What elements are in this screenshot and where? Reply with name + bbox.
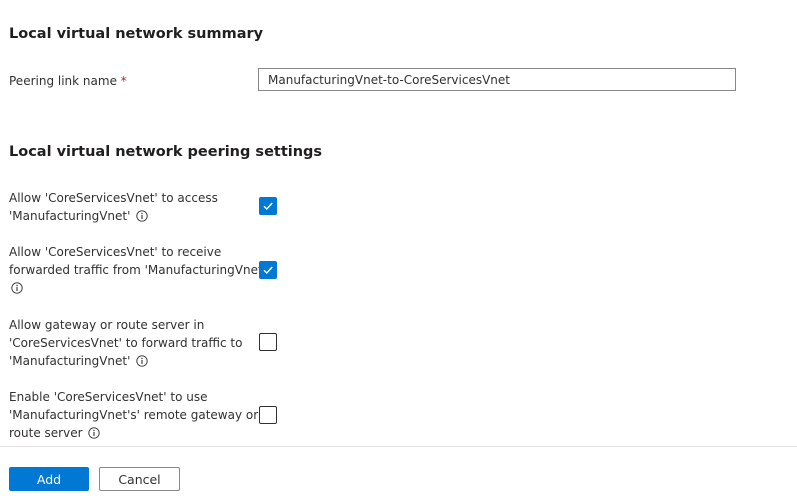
setting-gateway-transit-label: Allow gateway or route server in 'CoreSe… [9,316,267,370]
setting-forwarded-traffic-label: Allow 'CoreServicesVnet' to receive forw… [9,243,267,297]
info-icon[interactable] [136,355,148,367]
peering-link-name-label-text: Peering link name [9,74,117,88]
cancel-button[interactable]: Cancel [99,467,180,491]
required-indicator: * [120,74,127,88]
remote-gateway-checkbox[interactable] [259,406,277,424]
gateway-transit-checkbox[interactable] [259,333,277,351]
forwarded-traffic-checkbox[interactable] [259,261,277,279]
peering-link-name-label: Peering link name * [9,73,127,89]
settings-section-title: Local virtual network peering settings [9,144,323,160]
add-button[interactable]: Add [9,467,89,491]
info-icon[interactable] [11,282,23,294]
setting-forwarded-traffic-text: Allow 'CoreServicesVnet' to receive forw… [9,245,266,277]
setting-remote-gateway-text: Enable 'CoreServicesVnet' to use 'Manufa… [9,390,259,440]
info-icon[interactable] [88,427,100,439]
summary-section-title: Local virtual network summary [9,26,264,42]
setting-remote-gateway-label: Enable 'CoreServicesVnet' to use 'Manufa… [9,388,267,442]
checkmark-icon [263,202,273,211]
setting-allow-access-label: Allow 'CoreServicesVnet' to access 'Manu… [9,189,267,225]
setting-allow-access-text: Allow 'CoreServicesVnet' to access 'Manu… [9,191,218,223]
peering-link-name-input[interactable] [258,68,736,91]
footer-divider [0,446,797,447]
allow-access-checkbox[interactable] [259,197,277,215]
info-icon[interactable] [136,210,148,222]
checkmark-icon [263,266,273,275]
setting-gateway-transit-text: Allow gateway or route server in 'CoreSe… [9,318,243,368]
